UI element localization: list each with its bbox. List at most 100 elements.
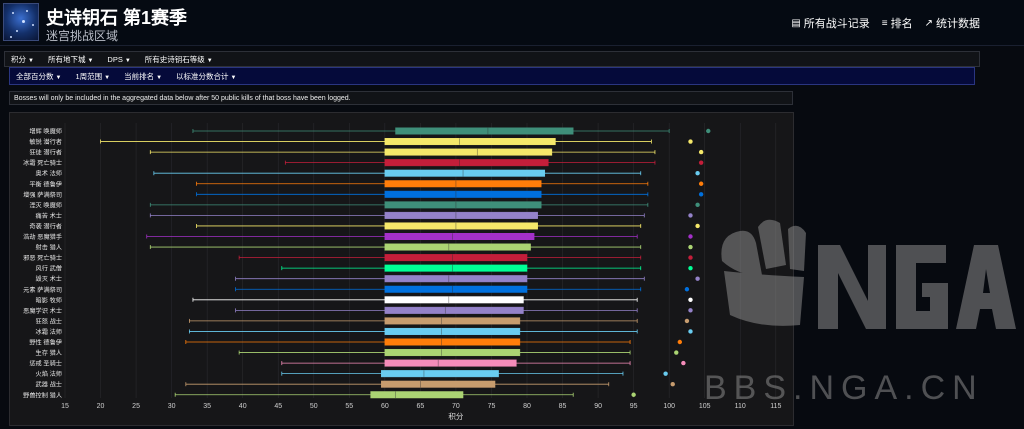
x-tick-label: 45: [274, 403, 282, 410]
top-score-dot: [688, 255, 693, 260]
category-label: 惩戒 圣骑士: [29, 360, 62, 368]
nav-all-reports[interactable]: ▤ 所有战斗记录: [791, 15, 869, 31]
box-iqr: [384, 296, 524, 304]
filter-percentile[interactable]: 全部百分数 ▼: [16, 71, 61, 82]
top-score-dot: [695, 223, 700, 229]
top-score-dot: [670, 382, 675, 387]
box-iqr: [384, 180, 542, 188]
top-score-dot: [688, 308, 693, 313]
top-score-dot: [684, 287, 690, 292]
category-label: 增强 萨满祭司: [23, 191, 62, 199]
category-label: 狂徒 潜行者: [29, 149, 62, 157]
x-tick-label: 30: [168, 403, 176, 410]
category-label: 奇袭 潜行者: [29, 222, 62, 230]
category-label: 冰霜 死亡骑士: [23, 159, 62, 167]
season-logo: [3, 3, 39, 41]
x-tick-label: 75: [488, 403, 496, 410]
x-axis-title: 积分: [448, 411, 463, 421]
box-iqr: [384, 327, 521, 335]
top-score-dot: [695, 202, 700, 208]
box-iqr: [384, 254, 528, 262]
x-tick-label: 80: [523, 403, 531, 410]
box-iqr: [384, 233, 535, 240]
box-iqr: [384, 359, 517, 367]
top-score-dot: [681, 360, 686, 366]
category-label: 毁灭 术士: [36, 275, 62, 283]
trend-icon: ↗: [924, 17, 933, 29]
notice-banner: Bosses will only be included in the aggr…: [9, 91, 793, 105]
category-label: 敏锐 潜行者: [29, 138, 62, 146]
x-tick-label: 95: [630, 403, 638, 410]
ranking-icon: ≡: [881, 17, 888, 29]
category-label: 平衡 德鲁伊: [29, 180, 62, 188]
top-score-dot: [698, 160, 704, 165]
chevron-down-icon: ▼: [230, 74, 237, 81]
x-tick-label: 70: [452, 403, 460, 410]
category-label: 奥术 法师: [36, 170, 62, 178]
box-iqr: [370, 391, 464, 399]
chevron-down-icon: ▼: [55, 74, 62, 81]
filter-keystone-level[interactable]: 所有史诗钥石等级 ▼: [145, 54, 213, 65]
category-label: 增辉 唤魔师: [29, 128, 62, 136]
filter-metric[interactable]: 积分 ▼: [11, 54, 34, 65]
nav-statistics[interactable]: ↗ 统计数据: [925, 15, 980, 31]
boxplot-chart: 15 20 25 30 35 40 45 50 55 60 65 70 75 80 85 90 95 100 105…: [23, 123, 781, 421]
chevron-down-icon: ▼: [104, 74, 111, 81]
top-nav: ▤ 所有战斗记录 ≡ 排名 ↗ 统计数据: [791, 15, 980, 31]
top-score-dot: [663, 371, 668, 376]
filter-role[interactable]: DPS ▼: [107, 55, 130, 64]
category-label: 痛苦 术士: [36, 212, 62, 220]
top-score-dot: [688, 297, 693, 302]
nav-label: 所有战斗记录: [803, 18, 870, 30]
filter-time-range[interactable]: 1周范围 ▼: [75, 71, 110, 82]
box-iqr: [384, 275, 528, 283]
top-score-dot: [688, 265, 693, 271]
chevron-down-icon: ▼: [87, 57, 94, 64]
box-iqr: [384, 211, 538, 219]
category-label: 恶魔学识 术士: [23, 307, 62, 315]
top-score-dot: [698, 192, 704, 197]
box-iqr: [384, 169, 546, 177]
x-tick-label: 100: [663, 403, 675, 410]
category-label: 浩劫 恶魔猎手: [23, 233, 62, 241]
box-iqr: [384, 243, 531, 251]
chevron-down-icon: ▼: [124, 57, 131, 64]
top-score-dot: [706, 128, 711, 134]
chevron-down-icon: ▼: [206, 57, 213, 64]
top-score-dot: [698, 181, 704, 186]
chevron-down-icon: ▼: [156, 74, 163, 81]
nav-rankings[interactable]: ≡ 排名: [882, 15, 913, 31]
filter-ranking[interactable]: 当前排名 ▼: [124, 71, 162, 82]
secondary-filter-bar: 全部百分数 ▼ 1周范围 ▼ 当前排名 ▼ 以标准分数合计 ▼: [9, 67, 975, 85]
box-iqr: [384, 201, 542, 209]
top-score-dot: [695, 171, 700, 176]
nav-label: 统计数据: [936, 18, 980, 30]
top-score-dot: [688, 213, 693, 218]
category-label: 武器 战士: [36, 381, 62, 389]
top-score-dot: [688, 139, 693, 144]
box-iqr: [384, 264, 528, 272]
top-score-dot: [631, 392, 636, 397]
chevron-down-icon: ▼: [28, 57, 34, 64]
top-score-dot: [674, 350, 679, 355]
category-label: 风行 武僧: [36, 265, 62, 273]
box-iqr: [395, 127, 574, 135]
category-label: 暗影 牧师: [36, 296, 62, 304]
box-iqr: [384, 285, 528, 293]
box-iqr: [384, 222, 538, 230]
box-iqr: [384, 148, 553, 156]
chart-panel: 15 20 25 30 35 40 45 50 55 60 65 70 75 80 85 90 95 100 105…: [9, 112, 794, 426]
category-label: 射击 猎人: [36, 244, 62, 252]
x-tick-label: 25: [132, 403, 140, 410]
x-tick-label: 110: [735, 403, 746, 410]
category-label: 冰霜 法师: [36, 328, 62, 336]
x-tick-label: 65: [416, 403, 424, 410]
x-tick-label: 20: [97, 403, 105, 410]
x-tick-label: 35: [203, 403, 211, 410]
box-iqr: [384, 349, 521, 357]
filter-dungeon[interactable]: 所有地下城 ▼: [48, 54, 93, 65]
x-tick-label: 115: [770, 403, 781, 410]
list-icon: ▤: [791, 17, 801, 29]
filter-aggregation[interactable]: 以标准分数合计 ▼: [176, 71, 236, 82]
category-label: 元素 萨满祭司: [23, 286, 62, 294]
